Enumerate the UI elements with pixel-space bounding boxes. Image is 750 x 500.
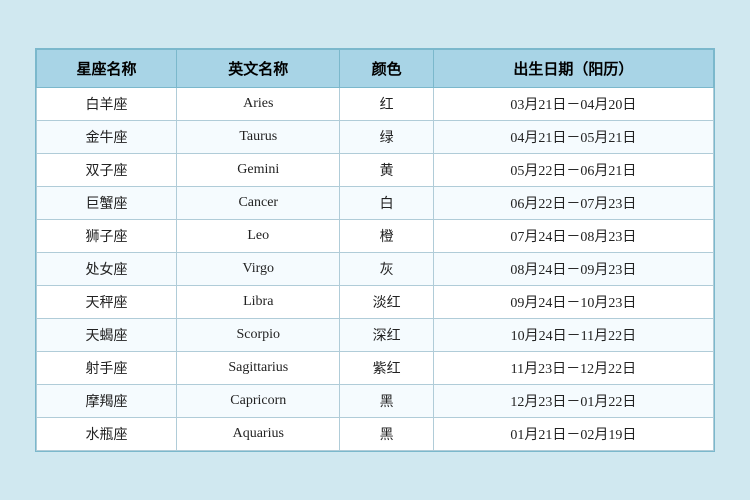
table-row: 双子座Gemini黄05月22日－06月21日 bbox=[37, 154, 714, 187]
cell-dates: 07月24日－08月23日 bbox=[433, 220, 713, 253]
header-color: 颜色 bbox=[340, 50, 433, 88]
cell-english-name: Sagittarius bbox=[177, 352, 340, 385]
cell-chinese-name: 处女座 bbox=[37, 253, 177, 286]
cell-color: 红 bbox=[340, 88, 433, 121]
table-row: 天秤座Libra淡红09月24日－10月23日 bbox=[37, 286, 714, 319]
cell-dates: 10月24日－11月22日 bbox=[433, 319, 713, 352]
cell-english-name: Libra bbox=[177, 286, 340, 319]
cell-english-name: Virgo bbox=[177, 253, 340, 286]
cell-chinese-name: 水瓶座 bbox=[37, 418, 177, 451]
cell-dates: 12月23日－01月22日 bbox=[433, 385, 713, 418]
cell-chinese-name: 双子座 bbox=[37, 154, 177, 187]
cell-color: 淡红 bbox=[340, 286, 433, 319]
table-row: 水瓶座Aquarius黑01月21日－02月19日 bbox=[37, 418, 714, 451]
cell-english-name: Aries bbox=[177, 88, 340, 121]
cell-chinese-name: 白羊座 bbox=[37, 88, 177, 121]
table-row: 摩羯座Capricorn黑12月23日－01月22日 bbox=[37, 385, 714, 418]
table-row: 天蝎座Scorpio深红10月24日－11月22日 bbox=[37, 319, 714, 352]
cell-english-name: Aquarius bbox=[177, 418, 340, 451]
cell-color: 深红 bbox=[340, 319, 433, 352]
cell-chinese-name: 天秤座 bbox=[37, 286, 177, 319]
cell-color: 黑 bbox=[340, 418, 433, 451]
zodiac-table: 星座名称 英文名称 颜色 出生日期（阳历） 白羊座Aries红03月21日－04… bbox=[36, 49, 714, 451]
table-row: 射手座Sagittarius紫红11月23日－12月22日 bbox=[37, 352, 714, 385]
cell-chinese-name: 金牛座 bbox=[37, 121, 177, 154]
header-chinese-name: 星座名称 bbox=[37, 50, 177, 88]
cell-chinese-name: 天蝎座 bbox=[37, 319, 177, 352]
cell-english-name: Cancer bbox=[177, 187, 340, 220]
cell-dates: 11月23日－12月22日 bbox=[433, 352, 713, 385]
cell-english-name: Gemini bbox=[177, 154, 340, 187]
cell-english-name: Taurus bbox=[177, 121, 340, 154]
cell-color: 橙 bbox=[340, 220, 433, 253]
cell-color: 紫红 bbox=[340, 352, 433, 385]
cell-color: 灰 bbox=[340, 253, 433, 286]
table-row: 狮子座Leo橙07月24日－08月23日 bbox=[37, 220, 714, 253]
cell-english-name: Capricorn bbox=[177, 385, 340, 418]
zodiac-table-container: 星座名称 英文名称 颜色 出生日期（阳历） 白羊座Aries红03月21日－04… bbox=[35, 48, 715, 452]
table-row: 巨蟹座Cancer白06月22日－07月23日 bbox=[37, 187, 714, 220]
header-english-name: 英文名称 bbox=[177, 50, 340, 88]
table-header-row: 星座名称 英文名称 颜色 出生日期（阳历） bbox=[37, 50, 714, 88]
cell-dates: 09月24日－10月23日 bbox=[433, 286, 713, 319]
cell-chinese-name: 狮子座 bbox=[37, 220, 177, 253]
header-birth-date: 出生日期（阳历） bbox=[433, 50, 713, 88]
cell-dates: 05月22日－06月21日 bbox=[433, 154, 713, 187]
cell-english-name: Scorpio bbox=[177, 319, 340, 352]
table-row: 处女座Virgo灰08月24日－09月23日 bbox=[37, 253, 714, 286]
table-row: 金牛座Taurus绿04月21日－05月21日 bbox=[37, 121, 714, 154]
cell-dates: 08月24日－09月23日 bbox=[433, 253, 713, 286]
cell-color: 绿 bbox=[340, 121, 433, 154]
cell-dates: 03月21日－04月20日 bbox=[433, 88, 713, 121]
cell-color: 黄 bbox=[340, 154, 433, 187]
cell-color: 白 bbox=[340, 187, 433, 220]
cell-color: 黑 bbox=[340, 385, 433, 418]
cell-chinese-name: 巨蟹座 bbox=[37, 187, 177, 220]
cell-dates: 04月21日－05月21日 bbox=[433, 121, 713, 154]
cell-english-name: Leo bbox=[177, 220, 340, 253]
table-row: 白羊座Aries红03月21日－04月20日 bbox=[37, 88, 714, 121]
cell-chinese-name: 摩羯座 bbox=[37, 385, 177, 418]
cell-chinese-name: 射手座 bbox=[37, 352, 177, 385]
cell-dates: 06月22日－07月23日 bbox=[433, 187, 713, 220]
cell-dates: 01月21日－02月19日 bbox=[433, 418, 713, 451]
